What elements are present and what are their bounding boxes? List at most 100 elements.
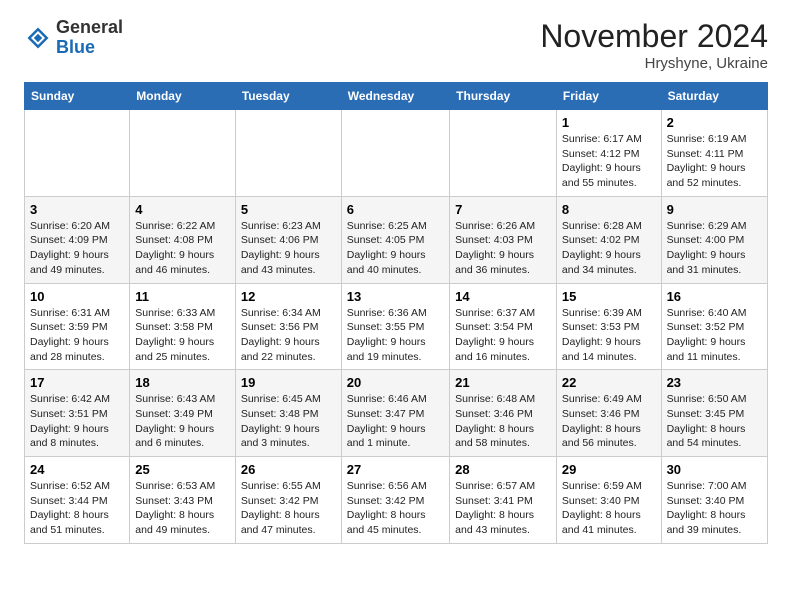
day-info: Sunrise: 6:20 AMSunset: 4:09 PMDaylight:…: [30, 219, 124, 278]
day-info: Sunrise: 6:17 AMSunset: 4:12 PMDaylight:…: [562, 132, 656, 191]
calendar-table: SundayMondayTuesdayWednesdayThursdayFrid…: [24, 82, 768, 544]
calendar-cell: 25 Sunrise: 6:53 AMSunset: 3:43 PMDayligh…: [130, 457, 236, 544]
day-info: Sunrise: 6:36 AMSunset: 3:55 PMDaylight:…: [347, 306, 444, 365]
day-info: Sunrise: 6:19 AMSunset: 4:11 PMDaylight:…: [667, 132, 762, 191]
calendar-cell: 26Sunrise: 6:55 AMSunset: 3:42 PMDayligh…: [235, 457, 341, 544]
day-info: Sunrise: 6:56 AMSunset: 3:42 PMDaylight:…: [347, 479, 444, 538]
day-number: 21: [455, 375, 551, 390]
day-info: Sunrise: 6:31 AMSunset: 3:59 PMDaylight:…: [30, 306, 124, 365]
day-number: 13: [347, 289, 444, 304]
page-header: General Blue November 2024 Hryshyne, Ukr…: [0, 0, 792, 82]
calendar-cell: 23 Sunrise: 6:50 AMSunset: 3:45 PMDayligh…: [661, 370, 767, 457]
title-block: November 2024 Hryshyne, Ukraine: [540, 18, 768, 72]
calendar-cell: 30 Sunrise: 7:00 AMSunset: 3:40 PMDayligh…: [661, 457, 767, 544]
day-number: 29: [562, 462, 656, 477]
logo-text: General Blue: [56, 18, 123, 58]
day-number: 23: [667, 375, 762, 390]
calendar-cell: 17Sunrise: 6:42 AMSunset: 3:51 PMDayligh…: [25, 370, 130, 457]
day-number: 30: [667, 462, 762, 477]
calendar-cell: 8Sunrise: 6:28 AMSunset: 4:02 PMDaylight…: [556, 196, 661, 283]
day-number: 9: [667, 202, 762, 217]
day-number: 22: [562, 375, 656, 390]
day-number: 8: [562, 202, 656, 217]
weekday-header-tuesday: Tuesday: [235, 83, 341, 110]
calendar-cell: 14 Sunrise: 6:37 AMSunset: 3:54 PMDayligh…: [450, 283, 557, 370]
day-info: Sunrise: 6:34 AMSunset: 3:56 PMDaylight:…: [241, 306, 336, 365]
day-info: Sunrise: 6:42 AMSunset: 3:51 PMDaylight:…: [30, 392, 124, 451]
day-info: Sunrise: 6:25 AMSunset: 4:05 PMDaylight:…: [347, 219, 444, 278]
calendar-cell: 29 Sunrise: 6:59 AMSunset: 3:40 PMDayligh…: [556, 457, 661, 544]
day-number: 15: [562, 289, 656, 304]
calendar-cell: 11 Sunrise: 6:33 AMSunset: 3:58 PMDayligh…: [130, 283, 236, 370]
day-number: 10: [30, 289, 124, 304]
calendar-cell: 5Sunrise: 6:23 AMSunset: 4:06 PMDaylight…: [235, 196, 341, 283]
day-number: 20: [347, 375, 444, 390]
day-info: Sunrise: 6:50 AMSunset: 3:45 PMDaylight:…: [667, 392, 762, 451]
calendar-cell: 20 Sunrise: 6:46 AMSunset: 3:47 PMDayligh…: [341, 370, 449, 457]
calendar-cell: 21 Sunrise: 6:48 AMSunset: 3:46 PMDayligh…: [450, 370, 557, 457]
day-info: Sunrise: 6:45 AMSunset: 3:48 PMDaylight:…: [241, 392, 336, 451]
calendar-cell: 10 Sunrise: 6:31 AMSunset: 3:59 PMDayligh…: [25, 283, 130, 370]
calendar-cell: 4 Sunrise: 6:22 AMSunset: 4:08 PMDaylight…: [130, 196, 236, 283]
day-number: 4: [135, 202, 230, 217]
calendar-cell: [450, 110, 557, 197]
day-number: 12: [241, 289, 336, 304]
day-number: 16: [667, 289, 762, 304]
day-info: Sunrise: 6:53 AMSunset: 3:43 PMDaylight:…: [135, 479, 230, 538]
logo-icon: [24, 24, 52, 52]
location-title: Hryshyne, Ukraine: [540, 55, 768, 72]
day-info: Sunrise: 6:43 AMSunset: 3:49 PMDaylight:…: [135, 392, 230, 451]
day-number: 19: [241, 375, 336, 390]
day-info: Sunrise: 6:33 AMSunset: 3:58 PMDaylight:…: [135, 306, 230, 365]
calendar-cell: 19 Sunrise: 6:45 AMSunset: 3:48 PMDayligh…: [235, 370, 341, 457]
day-info: Sunrise: 7:00 AMSunset: 3:40 PMDaylight:…: [667, 479, 762, 538]
day-number: 2: [667, 115, 762, 130]
day-info: Sunrise: 6:26 AMSunset: 4:03 PMDaylight:…: [455, 219, 551, 278]
day-number: 3: [30, 202, 124, 217]
weekday-header-monday: Monday: [130, 83, 236, 110]
day-number: 27: [347, 462, 444, 477]
calendar-cell: 6Sunrise: 6:25 AMSunset: 4:05 PMDaylight…: [341, 196, 449, 283]
month-title: November 2024: [540, 18, 768, 55]
day-info: Sunrise: 6:59 AMSunset: 3:40 PMDaylight:…: [562, 479, 656, 538]
day-number: 24: [30, 462, 124, 477]
calendar-week-row: 17Sunrise: 6:42 AMSunset: 3:51 PMDayligh…: [25, 370, 768, 457]
calendar-week-row: 10 Sunrise: 6:31 AMSunset: 3:59 PMDayligh…: [25, 283, 768, 370]
calendar-cell: 27 Sunrise: 6:56 AMSunset: 3:42 PMDayligh…: [341, 457, 449, 544]
calendar-cell: 3 Sunrise: 6:20 AMSunset: 4:09 PMDaylight…: [25, 196, 130, 283]
calendar-cell: 12 Sunrise: 6:34 AMSunset: 3:56 PMDayligh…: [235, 283, 341, 370]
day-info: Sunrise: 6:57 AMSunset: 3:41 PMDaylight:…: [455, 479, 551, 538]
calendar-week-row: 1 Sunrise: 6:17 AMSunset: 4:12 PMDaylight…: [25, 110, 768, 197]
day-info: Sunrise: 6:40 AMSunset: 3:52 PMDaylight:…: [667, 306, 762, 365]
weekday-header-sunday: Sunday: [25, 83, 130, 110]
calendar-cell: [130, 110, 236, 197]
weekday-header-saturday: Saturday: [661, 83, 767, 110]
calendar-week-row: 24Sunrise: 6:52 AMSunset: 3:44 PMDayligh…: [25, 457, 768, 544]
logo: General Blue: [24, 18, 123, 58]
day-info: Sunrise: 6:46 AMSunset: 3:47 PMDaylight:…: [347, 392, 444, 451]
weekday-header-friday: Friday: [556, 83, 661, 110]
calendar-cell: 13 Sunrise: 6:36 AMSunset: 3:55 PMDayligh…: [341, 283, 449, 370]
day-info: Sunrise: 6:29 AMSunset: 4:00 PMDaylight:…: [667, 219, 762, 278]
weekday-header-thursday: Thursday: [450, 83, 557, 110]
day-number: 1: [562, 115, 656, 130]
day-info: Sunrise: 6:37 AMSunset: 3:54 PMDaylight:…: [455, 306, 551, 365]
day-number: 14: [455, 289, 551, 304]
logo-blue: Blue: [56, 37, 95, 57]
calendar-cell: [341, 110, 449, 197]
day-info: Sunrise: 6:48 AMSunset: 3:46 PMDaylight:…: [455, 392, 551, 451]
calendar-cell: [235, 110, 341, 197]
weekday-header-wednesday: Wednesday: [341, 83, 449, 110]
day-number: 5: [241, 202, 336, 217]
day-info: Sunrise: 6:22 AMSunset: 4:08 PMDaylight:…: [135, 219, 230, 278]
day-info: Sunrise: 6:49 AMSunset: 3:46 PMDaylight:…: [562, 392, 656, 451]
calendar-cell: 2 Sunrise: 6:19 AMSunset: 4:11 PMDaylight…: [661, 110, 767, 197]
day-number: 25: [135, 462, 230, 477]
calendar-cell: 9 Sunrise: 6:29 AMSunset: 4:00 PMDaylight…: [661, 196, 767, 283]
day-number: 11: [135, 289, 230, 304]
day-number: 7: [455, 202, 551, 217]
day-number: 28: [455, 462, 551, 477]
weekday-header-row: SundayMondayTuesdayWednesdayThursdayFrid…: [25, 83, 768, 110]
calendar-cell: 15Sunrise: 6:39 AMSunset: 3:53 PMDayligh…: [556, 283, 661, 370]
day-number: 18: [135, 375, 230, 390]
